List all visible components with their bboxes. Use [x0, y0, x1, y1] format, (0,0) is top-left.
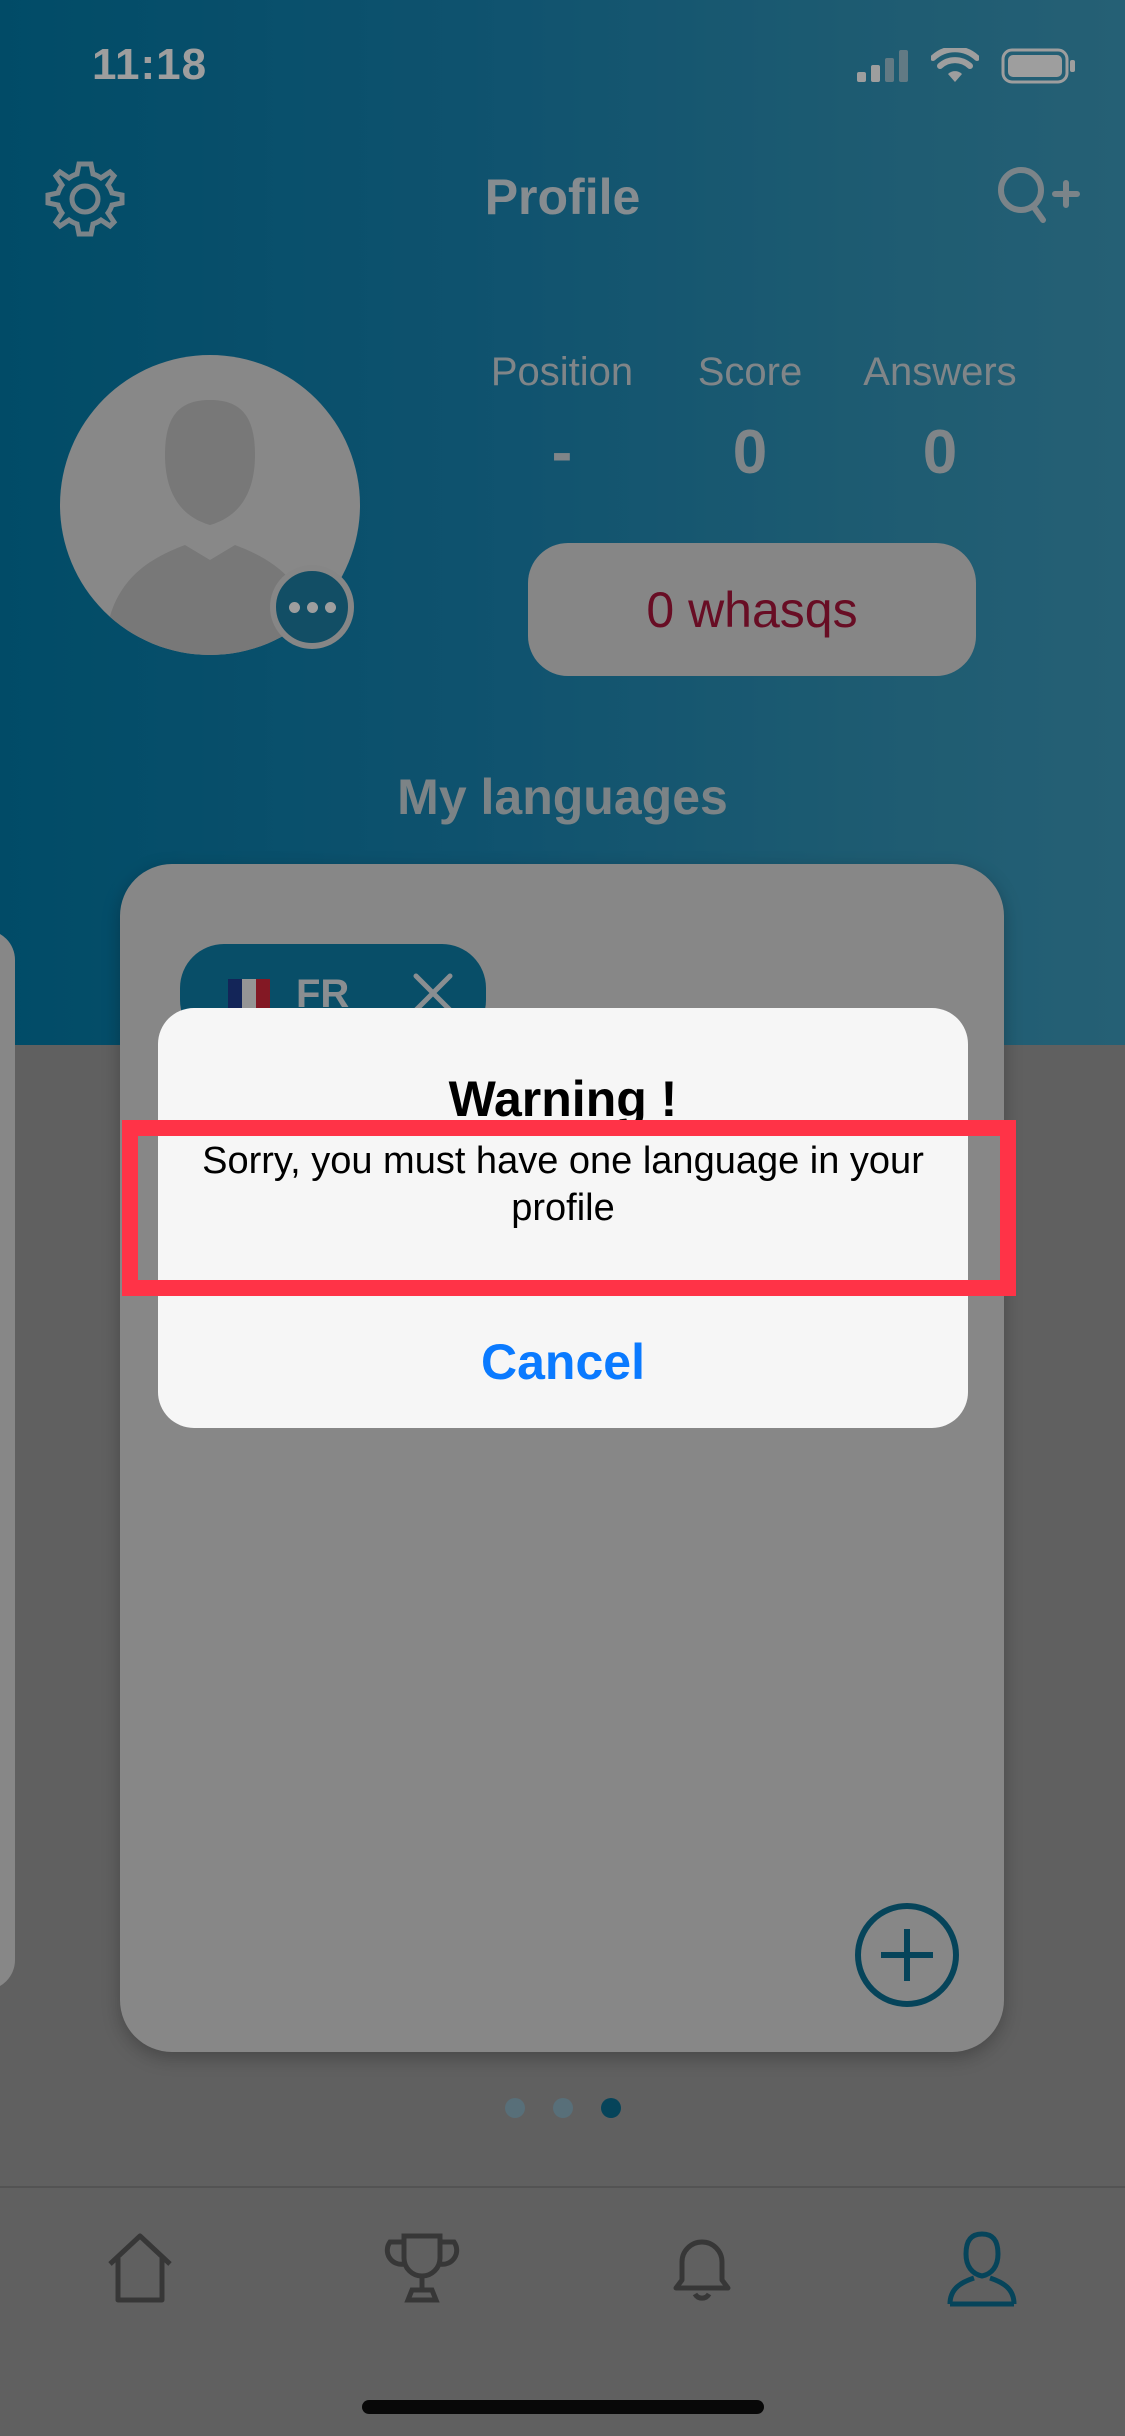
highlight-box [122, 1120, 1016, 1296]
profile-screen: 11:18 Profile Position - Score 0 Answers… [0, 0, 1125, 2436]
cancel-button[interactable]: Cancel [158, 1296, 968, 1428]
